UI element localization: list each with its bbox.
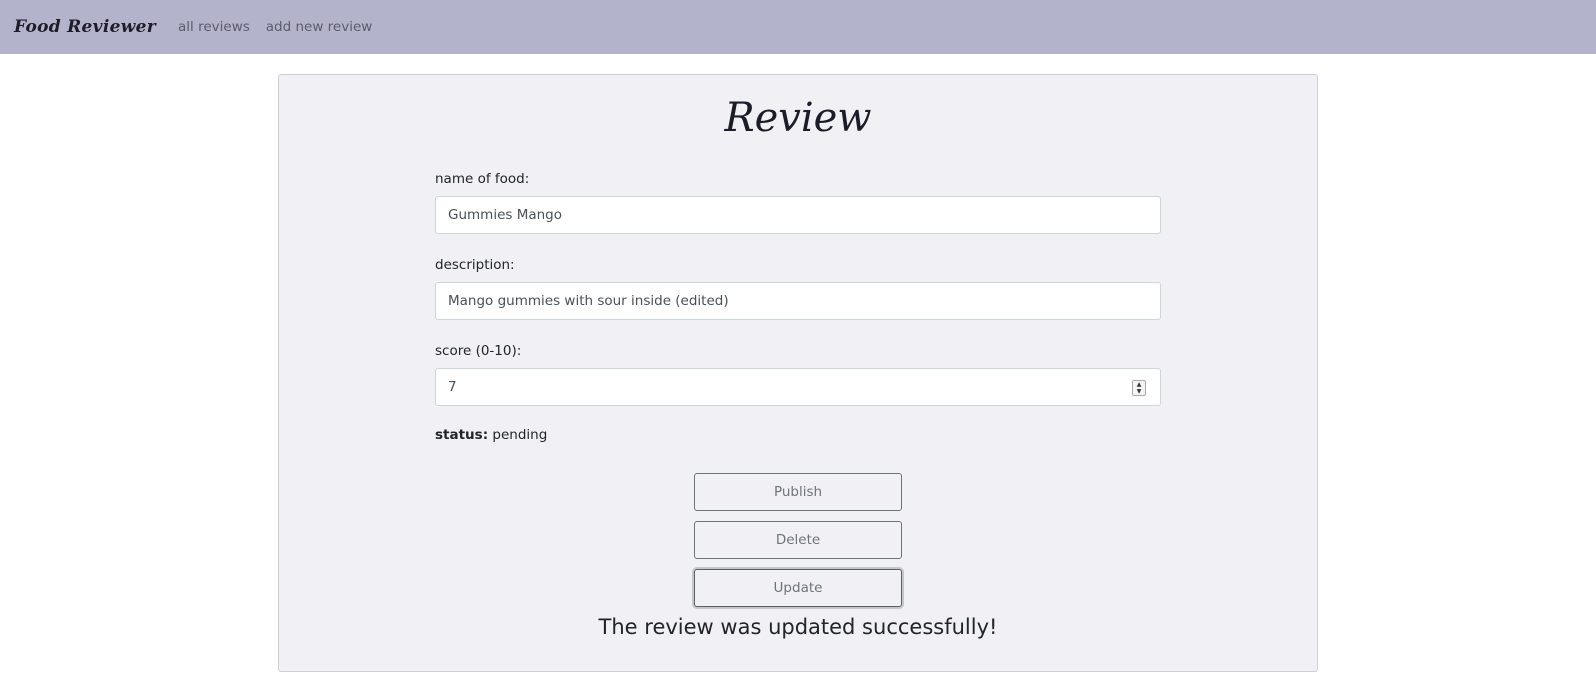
action-buttons: Publish Delete Update bbox=[279, 473, 1317, 617]
update-button[interactable]: Update bbox=[694, 569, 902, 607]
status-key: status: bbox=[435, 427, 489, 443]
brand-logo[interactable]: Food Reviewer bbox=[14, 17, 156, 37]
spinner-up-icon[interactable]: ▲ bbox=[1137, 381, 1142, 388]
name-field-group: name of food: Gummies Mango bbox=[435, 169, 1161, 234]
review-card: Review name of food: Gummies Mango descr… bbox=[278, 74, 1318, 672]
description-input[interactable]: Mango gummies with sour inside (edited) bbox=[435, 282, 1161, 320]
nav-link-add-new-review[interactable]: add new review bbox=[266, 19, 373, 35]
status-value: pending bbox=[492, 427, 548, 443]
publish-button[interactable]: Publish bbox=[694, 473, 902, 511]
description-field-group: description: Mango gummies with sour ins… bbox=[435, 255, 1161, 320]
name-input[interactable]: Gummies Mango bbox=[435, 196, 1161, 234]
success-message: The review was updated successfully! bbox=[598, 615, 998, 639]
spinner-down-icon[interactable]: ▼ bbox=[1137, 388, 1142, 395]
delete-button[interactable]: Delete bbox=[694, 521, 902, 559]
score-field-group: score (0-10): 7 ▲ ▼ bbox=[435, 341, 1161, 406]
page-title: Review bbox=[724, 95, 872, 141]
status-line: status: pending bbox=[435, 427, 1161, 443]
nav-link-all-reviews[interactable]: all reviews bbox=[178, 19, 250, 35]
score-value: 7 bbox=[448, 379, 457, 395]
score-spinner[interactable]: ▲ ▼ bbox=[1132, 380, 1146, 396]
description-label: description: bbox=[435, 257, 515, 273]
review-form: name of food: Gummies Mango description:… bbox=[435, 169, 1161, 443]
name-label: name of food: bbox=[435, 171, 530, 187]
score-label: score (0-10): bbox=[435, 343, 522, 359]
score-input[interactable]: 7 ▲ ▼ bbox=[435, 368, 1161, 406]
navbar: Food Reviewer all reviews add new review bbox=[0, 0, 1596, 54]
